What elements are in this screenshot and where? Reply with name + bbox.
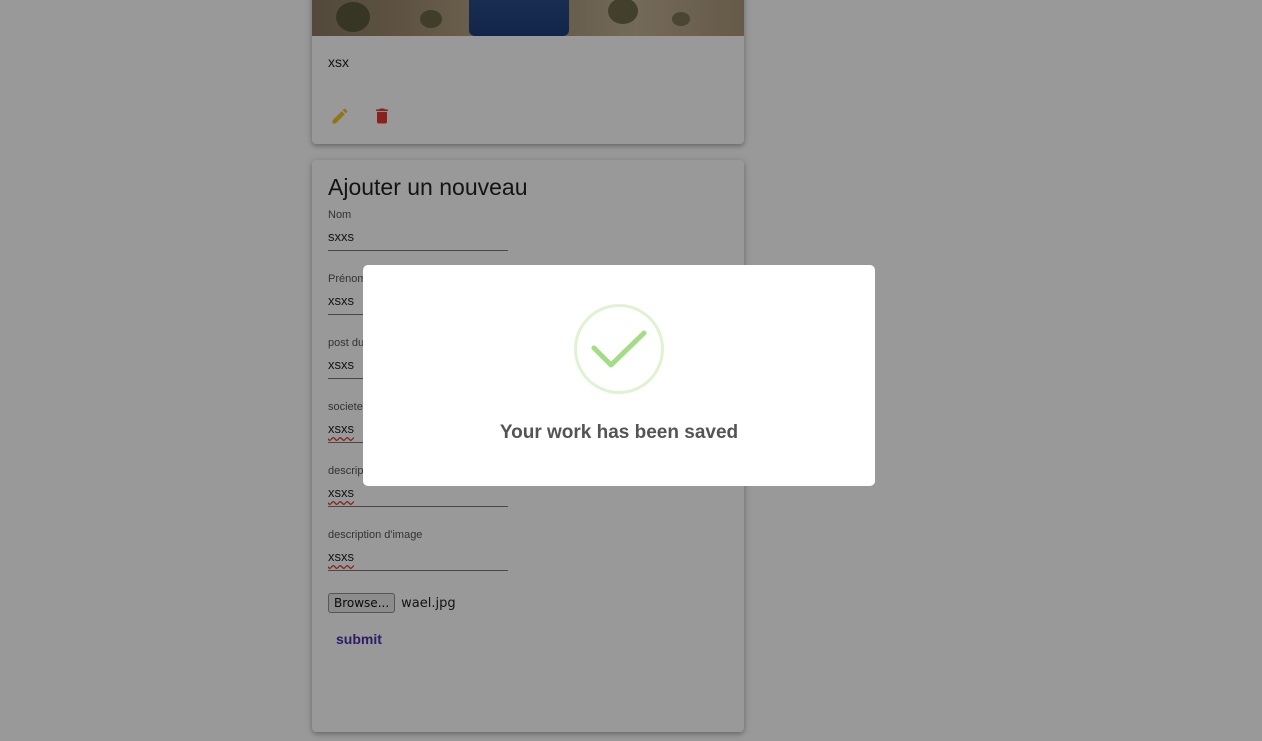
success-dialog: Your work has been saved [363, 265, 875, 486]
check-icon [591, 330, 647, 368]
dialog-message: Your work has been saved [499, 422, 739, 443]
page: xsx Ajouter un nouveau Nom sxxs Prénom x… [0, 0, 1262, 741]
